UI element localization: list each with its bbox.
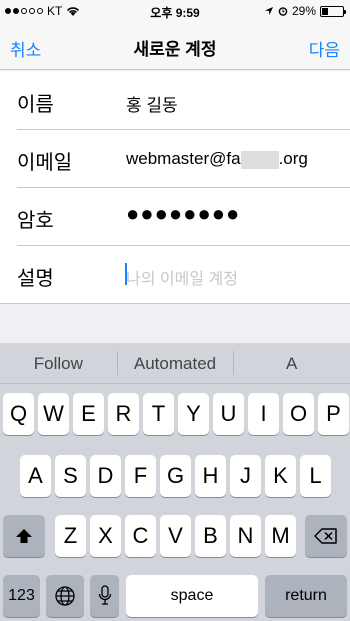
key-m[interactable]: M	[265, 515, 296, 557]
key-h[interactable]: H	[195, 455, 226, 497]
email-label: 이메일	[17, 152, 73, 174]
name-label: 이름	[17, 94, 54, 116]
key-d[interactable]: D	[90, 455, 121, 497]
nav-bar: 취소 새로운 계정 다음	[0, 22, 350, 70]
key-f[interactable]: F	[125, 455, 156, 497]
shift-icon	[16, 529, 32, 543]
email-field[interactable]: webmaster@fa .org	[126, 149, 308, 169]
shift-key[interactable]	[3, 515, 45, 557]
name-field[interactable]: 홍 길동	[126, 91, 178, 116]
key-o[interactable]: O	[283, 393, 314, 435]
description-field[interactable]: 나의 이메일 계정	[126, 265, 238, 289]
email-suffix: .org	[278, 149, 308, 168]
password-field[interactable]: ●●●●●●●●	[126, 201, 240, 227]
key-y[interactable]: Y	[178, 393, 209, 435]
key-q[interactable]: Q	[3, 393, 34, 435]
keyboard: Follow Automated A QWERTYUIOP ASDFGHJKL …	[0, 343, 350, 621]
backspace-icon	[314, 528, 337, 544]
microphone-key[interactable]	[90, 575, 119, 617]
status-right: 29%	[264, 4, 346, 18]
delete-key[interactable]	[305, 515, 347, 557]
return-key[interactable]: return	[265, 575, 347, 617]
microphone-icon	[98, 585, 111, 605]
key-r[interactable]: R	[108, 393, 139, 435]
key-a[interactable]: A	[20, 455, 51, 497]
key-t[interactable]: T	[143, 393, 174, 435]
globe-key[interactable]	[46, 575, 84, 617]
location-arrow-icon	[264, 7, 273, 15]
key-p[interactable]: P	[318, 393, 349, 435]
space-key[interactable]: space	[126, 575, 258, 617]
text-cursor	[125, 263, 127, 285]
key-i[interactable]: I	[248, 393, 279, 435]
battery-percent: 29%	[291, 4, 316, 18]
key-j[interactable]: J	[230, 455, 261, 497]
email-row[interactable]: 이메일 webmaster@fa .org	[0, 129, 350, 187]
name-row[interactable]: 이름 홍 길동	[0, 71, 350, 129]
key-b[interactable]: B	[195, 515, 226, 557]
key-u[interactable]: U	[213, 393, 244, 435]
key-l[interactable]: L	[300, 455, 331, 497]
suggestion-item[interactable]: Automated	[116, 343, 234, 383]
suggestion-item[interactable]: A	[233, 343, 350, 383]
suggestion-item[interactable]: Follow	[0, 343, 117, 383]
key-g[interactable]: G	[160, 455, 191, 497]
key-e[interactable]: E	[73, 393, 104, 435]
status-bar: KT 오후 9:59 29%	[0, 0, 350, 22]
alarm-icon	[278, 7, 288, 16]
numbers-key[interactable]: 123	[3, 575, 40, 617]
next-button[interactable]: 다음	[309, 36, 340, 61]
redacted-block	[240, 150, 279, 169]
page-title: 새로운 계정	[133, 40, 217, 59]
key-s[interactable]: S	[55, 455, 86, 497]
description-row[interactable]: 설명 나의 이메일 계정	[0, 245, 350, 303]
key-c[interactable]: C	[125, 515, 156, 557]
key-n[interactable]: N	[230, 515, 261, 557]
predictive-bar: Follow Automated A	[0, 343, 350, 384]
email-prefix: webmaster@fa	[126, 149, 241, 168]
description-label: 설명	[17, 268, 54, 290]
password-row[interactable]: 암호 ●●●●●●●●	[0, 187, 350, 245]
key-w[interactable]: W	[38, 393, 69, 435]
key-v[interactable]: V	[160, 515, 191, 557]
globe-icon	[55, 586, 75, 606]
password-label: 암호	[17, 210, 54, 232]
key-z[interactable]: Z	[55, 515, 86, 557]
account-form: 이름 홍 길동 이메일 webmaster@fa .org 암호 ●●●●●●●●…	[0, 71, 350, 304]
key-x[interactable]: X	[90, 515, 121, 557]
battery-icon	[320, 5, 346, 17]
key-k[interactable]: K	[265, 455, 296, 497]
battery-level	[322, 7, 328, 15]
